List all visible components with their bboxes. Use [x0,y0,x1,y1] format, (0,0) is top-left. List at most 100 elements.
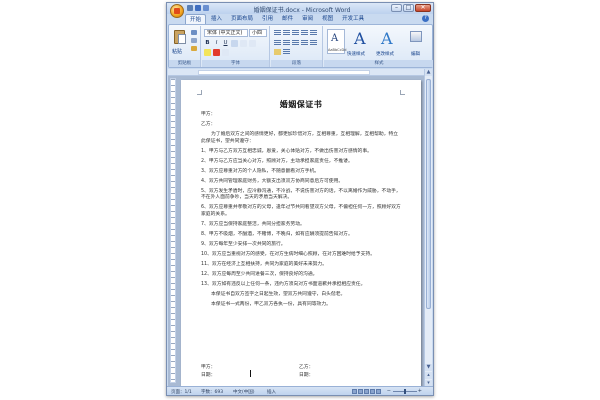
paragraph: 13、双方如有违反以上任何一条，违约方须向对方书面道歉并承担相应责任。 [201,282,366,288]
align-center-icon[interactable] [283,40,290,46]
office-button[interactable] [170,4,184,18]
paragraph: 本保证书自双方签字之日起生效，望双方共同遵守，白头偕老。 [211,292,346,298]
highlight-icon[interactable] [204,49,211,56]
window-controls: – □ ✕ [391,4,431,12]
subscript-icon[interactable] [240,40,247,47]
change-styles-icon[interactable]: A [381,29,393,48]
date-party-a: 日期： [201,373,216,378]
paragraph: 为了婚后双方之间的感情更好，都更加珍惜对方，互相尊重，互相理解，互相帮助，特立此… [201,131,399,144]
font-name-select[interactable]: 宋体 (中文正文) [204,29,248,37]
quick-styles-label[interactable]: 快速样式 [347,51,365,57]
scroll-thumb[interactable] [426,79,431,309]
tab-insert[interactable]: 插入 [207,14,226,24]
paragraph: 11、双方在经济上互相扶持，共同为家庭的美好未来努力。 [201,262,328,268]
paragraph: 3、双方应尊重对方的个人隐私，不随意翻看对方手机。 [201,168,320,174]
font-color-icon[interactable] [213,49,220,56]
superscript-icon[interactable] [249,40,256,47]
signature-party-a: 甲方： [201,365,216,370]
group-clipboard: 粘贴 剪贴板 [169,26,201,67]
document-page[interactable]: 婚姻保证书 甲方： 乙方： 为了婚后双方之间的感情更好，都更加珍惜对方，互相尊重… [181,80,421,387]
bold-button[interactable]: B [204,40,211,47]
binoculars-icon[interactable] [410,31,422,42]
style-normal[interactable]: A AaBbCcDd [327,29,346,54]
tab-view[interactable]: 视图 [318,14,337,24]
zoom-in-button[interactable]: + [418,388,422,394]
change-styles-label[interactable]: 更改样式 [376,51,394,57]
borders-icon[interactable] [283,49,290,55]
status-page[interactable]: 页面：1/1 [171,389,192,395]
full-screen-view-icon[interactable] [358,389,363,394]
horizontal-ruler[interactable] [198,70,370,75]
party-b-line: 乙方： [201,121,216,127]
paragraph: 5、双方发生矛盾时，应冷静沟通，不冷战，不说伤害对方的话，不以离婚作为威胁，不动… [201,188,401,201]
print-layout-view-icon[interactable] [352,389,357,394]
group-label-clipboard: 剪贴板 [169,60,200,67]
save-icon[interactable] [187,5,193,11]
tab-mailings[interactable]: 邮件 [278,14,297,24]
web-layout-view-icon[interactable] [364,389,369,394]
outline-view-icon[interactable] [370,389,375,394]
underline-button[interactable]: U [222,40,229,47]
document-area: 婚姻保证书 甲方： 乙方： 为了婚后双方之间的感情更好，都更加珍惜对方，互相尊重… [168,76,425,387]
zoom-out-button[interactable]: − [387,388,391,394]
party-a-line: 甲方： [201,112,216,117]
clear-format-icon[interactable] [222,49,229,56]
help-icon[interactable]: ? [422,15,429,22]
scroll-down-icon[interactable]: ▼ [425,364,432,371]
word-window: 婚姻保证书.docx - Microsoft Word – □ ✕ 开始 插入 … [166,2,434,396]
tab-developer[interactable]: 开发工具 [338,14,368,24]
tab-review[interactable]: 审阅 [298,14,317,24]
undo-icon[interactable] [195,5,201,11]
shading-row [274,49,290,55]
draft-view-icon[interactable] [376,389,381,394]
italic-button[interactable]: I [213,40,220,47]
horizontal-ruler-area [168,69,425,76]
copy-icon[interactable] [191,38,197,43]
group-label-paragraph: 段落 [271,60,322,67]
font-color-row [204,49,229,56]
format-painter-icon[interactable] [191,46,197,51]
tab-references[interactable]: 引用 [258,14,277,24]
shading-icon[interactable] [274,49,281,55]
zoom-slider-knob[interactable] [404,389,406,394]
line-spacing-icon[interactable] [310,40,317,46]
document-title: 婚姻保证书 [279,100,323,109]
status-language[interactable]: 中文(中国) [233,389,255,395]
cut-icon[interactable] [191,30,197,35]
close-button[interactable]: ✕ [415,4,431,12]
tab-page-layout[interactable]: 页面布局 [227,14,257,24]
align-right-icon[interactable] [292,40,299,46]
numbering-icon[interactable] [283,30,290,36]
list-row [274,30,317,36]
decrease-indent-icon[interactable] [301,30,308,36]
paste-label: 粘贴 [172,49,183,55]
status-insert-mode[interactable]: 插入 [267,389,276,395]
group-styles: A AaBbCcDd A 快速样式 A 更改样式 编辑 样式 [324,26,433,67]
editing-label[interactable]: 编辑 [411,51,420,57]
minimize-button[interactable]: – [391,4,402,12]
redo-icon[interactable] [203,5,209,11]
paste-icon[interactable] [173,28,187,46]
scroll-up-icon[interactable]: ▲ [425,69,432,76]
vertical-scrollbar[interactable]: ▲ ▼ ▴ ▾ [424,69,432,387]
previous-page-icon[interactable]: ▴ [425,372,432,379]
quick-styles-icon[interactable]: A [354,29,366,48]
status-words[interactable]: 字数：693 [201,389,223,395]
multilevel-list-icon[interactable] [292,30,299,36]
vertical-ruler[interactable] [170,78,176,383]
font-size-select[interactable]: 小四 [249,29,267,37]
maximize-button[interactable]: □ [403,4,414,12]
ribbon: 粘贴 剪贴板 宋体 (中文正文) 小四 B I U 字体 段落 A AaBbCc… [168,24,433,68]
group-paragraph: 段落 [271,26,323,67]
tab-home[interactable]: 开始 [185,14,207,24]
bullets-icon[interactable] [274,30,281,36]
paragraph: 1、甲方与乙方双方互相忠诚，恩爱，关心体贴对方，不做出伤害对方感情的事。 [201,148,372,154]
align-left-icon[interactable] [274,40,281,46]
paragraph: 4、双方共同管理家庭财务，大额支出须双方协商同意后方可使用。 [201,178,344,184]
increase-indent-icon[interactable] [310,30,317,36]
justify-icon[interactable] [301,40,308,46]
group-label-font: 字体 [202,60,269,67]
paragraph: 6、双方应尊重并孝敬对方的父母，逢年过节共同看望双方父母，不偏袒任何一方，照顾好… [201,205,401,218]
strikethrough-icon[interactable] [231,40,238,47]
paragraph: 2、甲方与乙方应当关心对方，照顾对方，主动承担家庭责任，不推诿。 [201,158,353,164]
